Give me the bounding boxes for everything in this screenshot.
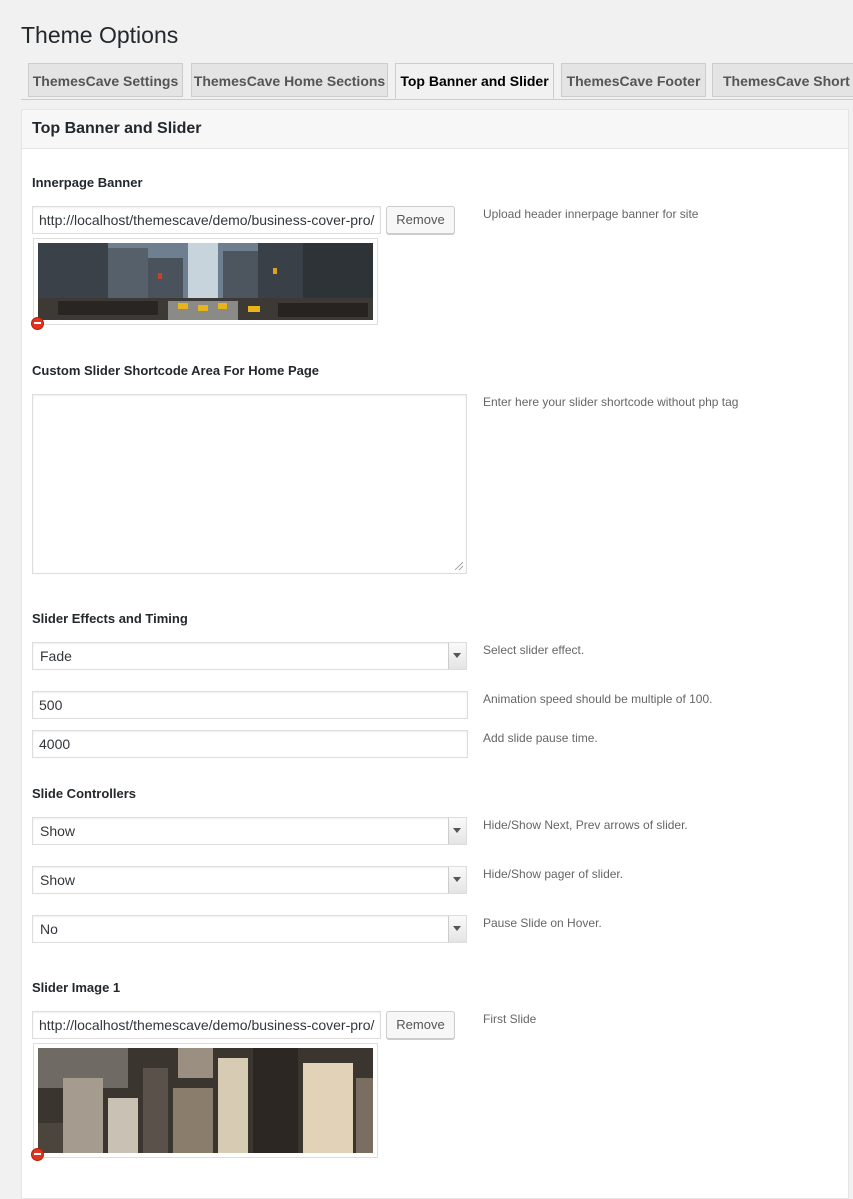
pager-select[interactable]: Show: [32, 866, 467, 894]
remove-slider-image-1-icon[interactable]: [31, 1148, 44, 1161]
chevron-down-icon: [448, 867, 466, 893]
chevron-down-icon: [448, 916, 466, 942]
tab-top-banner-slider[interactable]: Top Banner and Slider: [395, 63, 554, 99]
chevron-down-icon: [448, 643, 466, 669]
pause-desc: Add slide pause time.: [483, 731, 598, 745]
innerpage-banner-remove-button[interactable]: Remove: [386, 206, 455, 234]
shortcode-desc: Enter here your slider shortcode without…: [483, 395, 739, 409]
slider-image-1-remove-button[interactable]: Remove: [386, 1011, 455, 1039]
pager-desc: Hide/Show pager of slider.: [483, 867, 624, 881]
chevron-down-icon: [448, 818, 466, 844]
arrows-select[interactable]: Show: [32, 817, 467, 845]
city-street-image: [38, 243, 373, 320]
slider-effect-select[interactable]: Fade: [32, 642, 467, 670]
slider-image-1-label: Slider Image 1: [32, 980, 121, 995]
slider-shortcode-textarea[interactable]: [32, 394, 467, 574]
resize-grip-icon[interactable]: [455, 562, 463, 570]
innerpage-banner-label: Innerpage Banner: [32, 175, 143, 190]
controllers-label: Slide Controllers: [32, 786, 137, 801]
innerpage-banner-desc: Upload header innerpage banner for site: [483, 207, 699, 221]
tab-themescave-settings[interactable]: ThemesCave Settings: [28, 63, 183, 97]
city-aerial-image: [38, 1048, 373, 1153]
tab-bar: ThemesCave Settings ThemesCave Home Sect…: [21, 63, 853, 100]
effects-label: Slider Effects and Timing: [32, 611, 188, 626]
arrows-desc: Hide/Show Next, Prev arrows of slider.: [483, 818, 688, 832]
options-panel: Top Banner and Slider Innerpage Banner h…: [21, 109, 849, 1199]
innerpage-banner-preview: [33, 238, 378, 325]
panel-title: Top Banner and Slider: [32, 120, 202, 137]
tab-home-sections[interactable]: ThemesCave Home Sections: [191, 63, 388, 97]
page-title: Theme Options: [21, 22, 179, 48]
tab-short-codes[interactable]: ThemesCave Short Codes: [712, 63, 853, 97]
tab-footer[interactable]: ThemesCave Footer: [561, 63, 706, 97]
pause-time-input[interactable]: 4000: [32, 730, 468, 758]
animation-speed-input[interactable]: 500: [32, 691, 468, 719]
slider-image-1-url-input[interactable]: http://localhost/themescave/demo/busines…: [32, 1011, 381, 1039]
effect-desc: Select slider effect.: [483, 643, 585, 657]
shortcode-label: Custom Slider Shortcode Area For Home Pa…: [32, 363, 320, 378]
innerpage-banner-url-input[interactable]: http://localhost/themescave/demo/busines…: [32, 206, 381, 234]
slider-image-1-desc: First Slide: [483, 1012, 537, 1026]
remove-banner-icon[interactable]: [31, 317, 44, 330]
pause-hover-select[interactable]: No: [32, 915, 467, 943]
slider-image-1-preview: [33, 1043, 378, 1158]
panel-header: Top Banner and Slider: [22, 110, 848, 149]
speed-desc: Animation speed should be multiple of 10…: [483, 692, 713, 706]
hover-desc: Pause Slide on Hover.: [483, 916, 602, 930]
